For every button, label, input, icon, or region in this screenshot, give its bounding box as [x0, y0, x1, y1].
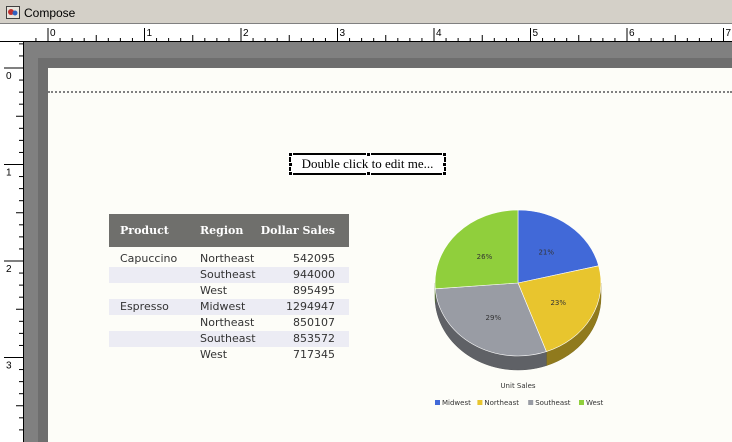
- cell-region: Northeast: [200, 252, 255, 265]
- resize-handle-ne[interactable]: [442, 152, 447, 157]
- table-row: Southeast 853572: [109, 331, 349, 347]
- legend-swatch: [528, 400, 534, 405]
- pie-slice-label: 21%: [538, 248, 554, 256]
- title-bar: Compose: [0, 0, 732, 24]
- text-box[interactable]: Double click to edit me...: [288, 152, 447, 176]
- column-header-product: Product: [120, 224, 169, 237]
- ruler-label: 0: [50, 28, 56, 39]
- resize-handle-nw[interactable]: [288, 152, 293, 157]
- pie-slice-label: 26%: [477, 253, 493, 261]
- resize-handle-sw[interactable]: [288, 171, 293, 176]
- cell-sales: 542095: [293, 252, 335, 265]
- app-icon: [6, 6, 20, 19]
- legend-swatch: [435, 400, 440, 405]
- cell-region: West: [200, 348, 228, 361]
- text-box-label: Double click to edit me...: [301, 156, 434, 171]
- horizontal-ruler[interactable]: 0 1 2 3 4 5 6 7: [0, 24, 732, 42]
- cell-region: Northeast: [200, 316, 255, 329]
- table-row: Espresso Midwest 1294947: [109, 299, 349, 315]
- sales-table[interactable]: Product Region Dollar Sales Capuccino No…: [109, 214, 349, 375]
- cell-product: Capuccino: [120, 252, 178, 265]
- resize-handle-n[interactable]: [366, 152, 371, 157]
- window-title: Compose: [24, 6, 76, 20]
- table-header: Product Region Dollar Sales: [109, 214, 349, 247]
- legend-swatch: [579, 400, 584, 405]
- chart-title: Unit Sales: [500, 382, 535, 390]
- table-row: Capuccino Northeast 542095: [109, 251, 349, 267]
- legend-entry: Midwest: [442, 399, 471, 407]
- vertical-ruler[interactable]: 0 1 2 3: [0, 42, 24, 442]
- table-row: Northeast 850107: [109, 315, 349, 331]
- resize-handle-e[interactable]: [442, 162, 447, 167]
- table-row: West 895495: [109, 283, 349, 299]
- ruler-label: 6: [629, 28, 635, 39]
- cell-sales: 944000: [293, 268, 335, 281]
- pie-slice-label: 29%: [486, 314, 502, 322]
- cell-product: Espresso: [120, 300, 169, 313]
- ruler-label: 3: [340, 28, 346, 39]
- cell-sales: 850107: [293, 316, 335, 329]
- resize-handle-w[interactable]: [288, 162, 293, 167]
- cell-sales: 717345: [293, 348, 335, 361]
- cell-region: Southeast: [200, 332, 256, 345]
- ruler-label: 1: [6, 168, 12, 179]
- legend-swatch: [477, 400, 483, 405]
- ruler-label: 2: [243, 28, 249, 39]
- legend-entry: Northeast: [484, 399, 519, 407]
- resize-handle-se[interactable]: [442, 171, 447, 176]
- table-row: West 717345: [109, 347, 349, 363]
- page-shadow: [38, 58, 48, 442]
- ruler-label: 1: [147, 28, 153, 39]
- cell-sales: 895495: [293, 284, 335, 297]
- resize-handle-s[interactable]: [366, 171, 371, 176]
- pie-slice-label: 23%: [550, 299, 566, 307]
- ruler-label: 4: [436, 28, 442, 39]
- ruler-label: 7: [726, 28, 732, 39]
- cell-sales: 853572: [293, 332, 335, 345]
- cell-region: Southeast: [200, 268, 256, 281]
- cell-region: West: [200, 284, 228, 297]
- page-shadow: [38, 58, 732, 68]
- column-header-dollar-sales: Dollar Sales: [260, 224, 335, 237]
- horizontal-ruler-ticks: 0 1 2 3 4 5 6 7: [35, 28, 732, 42]
- legend-entry: Southeast: [535, 399, 571, 407]
- ruler-label: 5: [533, 28, 539, 39]
- pie-chart[interactable]: 21% 23% 29% 26% Unit Sales Midwest Northeast So…: [420, 205, 620, 415]
- ruler-label: 0: [6, 71, 12, 82]
- ruler-label: 2: [6, 264, 12, 275]
- page-header-boundary: [48, 91, 732, 93]
- column-header-region: Region: [200, 224, 244, 237]
- vertical-ruler-ticks: 0 1 2 3: [4, 43, 24, 431]
- legend-entry: West: [586, 399, 603, 407]
- cell-region: Midwest: [200, 300, 246, 313]
- pie-slice-west: [434, 209, 519, 290]
- table-row: Southeast 944000: [109, 267, 349, 283]
- ruler-label: 3: [6, 361, 12, 372]
- cell-sales: 1294947: [286, 300, 335, 313]
- table-body: Capuccino Northeast 542095 Southeast 944…: [109, 247, 349, 375]
